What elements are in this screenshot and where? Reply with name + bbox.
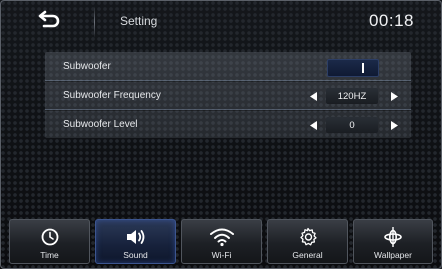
tab-wifi-label: Wi-Fi [211,250,232,260]
clock-display: 00:18 [368,11,414,30]
wifi-icon [209,227,235,247]
arrow-left-icon [310,120,318,130]
sound-settings-panel: Subwoofer Subwoofer Frequency 120HZ Subw… [45,52,411,138]
tab-sound-label: Sound [123,250,148,260]
tab-wallpaper-label: Wallpaper [374,250,412,260]
header-bar: Setting 00:18 [0,0,442,44]
subwoofer-level-label: Subwoofer Level [63,118,138,130]
tab-wallpaper[interactable]: Wallpaper [353,219,433,264]
tab-sound[interactable]: Sound [95,219,176,264]
frequency-decrease-button[interactable] [307,88,321,104]
arrow-left-icon [310,91,318,101]
level-increase-button[interactable] [387,117,401,133]
subwoofer-level-row: Subwoofer Level 0 [45,110,411,138]
arrow-right-icon [390,91,398,101]
arrow-right-icon [390,120,398,130]
subwoofer-row: Subwoofer [45,52,411,81]
level-value: 0 [326,117,378,133]
back-arrow-icon [38,10,62,35]
gear-icon [298,227,318,247]
tab-time-label: Time [40,250,59,260]
level-decrease-button[interactable] [307,117,321,133]
tab-wifi[interactable]: Wi-Fi [181,219,262,264]
header-divider [94,6,95,38]
settings-tab-bar: Time Sound Wi-Fi General Wallpaper [9,219,433,265]
page-title: Setting [120,14,158,28]
subwoofer-label: Subwoofer [63,60,111,72]
subwoofer-frequency-row: Subwoofer Frequency 120HZ [45,81,411,110]
subwoofer-frequency-label: Subwoofer Frequency [63,89,161,101]
wallpaper-icon [382,227,404,247]
clock-icon [40,227,60,247]
speaker-icon [125,227,147,247]
subwoofer-toggle[interactable] [327,59,379,77]
tab-general[interactable]: General [267,219,348,264]
tab-general-label: General [292,250,323,260]
toggle-on-indicator [362,63,364,73]
frequency-increase-button[interactable] [387,88,401,104]
frequency-value: 120HZ [326,88,378,104]
back-button[interactable] [30,8,70,36]
tab-time[interactable]: Time [9,219,90,264]
